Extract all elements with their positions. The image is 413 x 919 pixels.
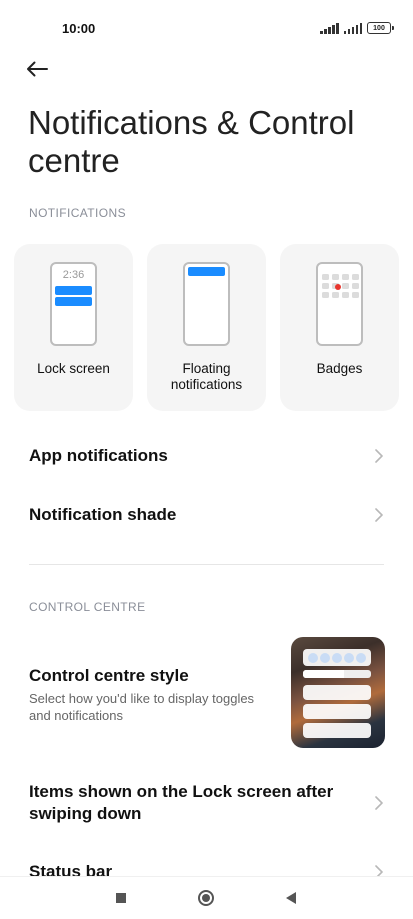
badges-card[interactable]: Badges — [280, 244, 399, 411]
card-label: Badges — [316, 361, 363, 376]
signal-icon — [320, 22, 339, 34]
section-header-control-centre: CONTROL CENTRE — [29, 600, 146, 614]
lock-preview-time: 2:36 — [62, 269, 85, 281]
lock-screen-items-row[interactable]: Items shown on the Lock screen after swi… — [29, 781, 389, 825]
page-title: Notifications & Control centre — [28, 104, 355, 179]
row-subtitle: Select how you'd like to display toggles… — [29, 691, 255, 723]
row-title: Notification shade — [29, 505, 177, 524]
home-icon[interactable] — [198, 890, 214, 906]
status-time: 10:00 — [62, 21, 96, 36]
row-title: Items shown on the Lock screen after swi… — [29, 782, 334, 823]
divider — [29, 564, 384, 565]
chevron-right-icon — [375, 796, 383, 810]
row-title: App notifications — [29, 446, 168, 465]
badge-dot-icon — [335, 284, 341, 290]
lock-screen-illustration: 2:36 — [50, 262, 97, 346]
card-label: Lock screen — [37, 361, 110, 376]
floating-notifications-card[interactable]: Floating notifications — [147, 244, 266, 411]
chevron-right-icon — [375, 508, 383, 522]
back-arrow-icon — [27, 61, 48, 77]
notification-shade-row[interactable]: Notification shade — [29, 504, 389, 526]
card-label: Floating notifications — [170, 361, 243, 392]
row-title: Control centre style — [29, 666, 189, 685]
app-notifications-row[interactable]: App notifications — [29, 445, 389, 467]
battery-icon: 100 — [367, 22, 394, 34]
back-button[interactable] — [26, 56, 56, 82]
notification-style-cards: 2:36 Lock screen Floating notifications … — [14, 244, 399, 411]
signal-icon — [343, 22, 362, 34]
battery-level: 100 — [373, 24, 385, 32]
status-icons: 100 — [320, 22, 394, 34]
lock-screen-card[interactable]: 2:36 Lock screen — [14, 244, 133, 411]
badges-illustration — [316, 262, 363, 346]
section-header-notifications: NOTIFICATIONS — [29, 206, 126, 220]
control-centre-style-preview[interactable] — [291, 637, 385, 748]
recents-icon[interactable] — [116, 893, 126, 903]
chevron-right-icon — [375, 449, 383, 463]
status-bar: 10:00 100 — [0, 0, 413, 56]
floating-notifications-illustration — [183, 262, 230, 346]
control-centre-style-row[interactable]: Control centre style Select how you'd li… — [29, 665, 264, 724]
navigation-bar — [0, 876, 413, 919]
nav-back-icon[interactable] — [286, 892, 296, 904]
